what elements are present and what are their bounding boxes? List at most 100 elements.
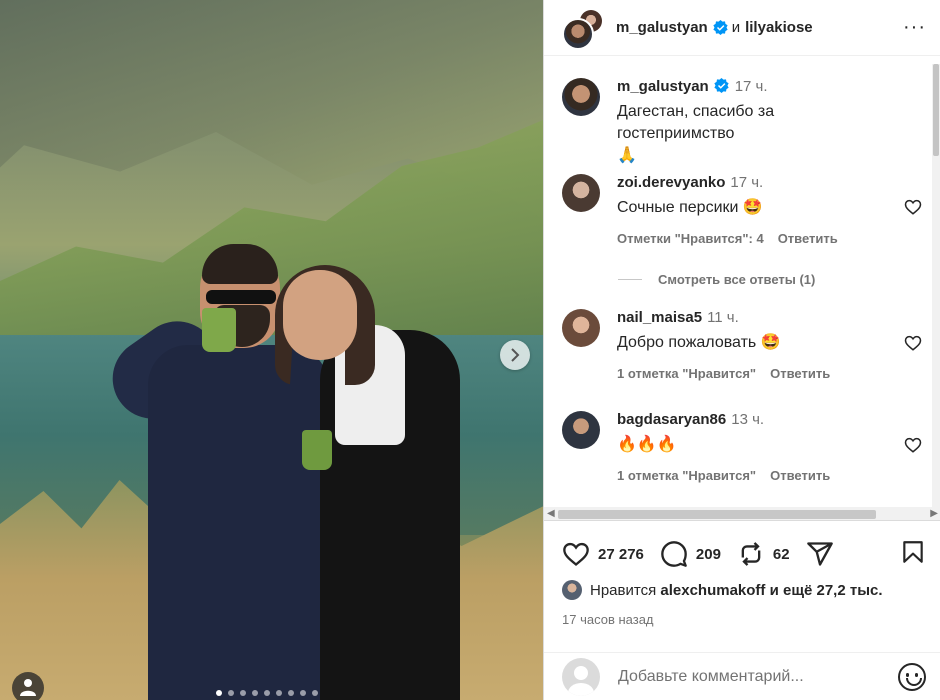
comment-time: 17 ч.: [730, 174, 764, 191]
caption: m_galustyan 17 ч. Дагестан, спасибо за г…: [562, 78, 922, 164]
heart-icon[interactable]: [904, 198, 922, 216]
post-photo[interactable]: [0, 0, 543, 700]
caption-text: Дагестан, спасибо за гостеприимство 🙏: [617, 101, 892, 167]
comment-text: Добро пожаловать 🤩: [617, 334, 781, 351]
avatar[interactable]: [562, 309, 600, 347]
coffee-cup: [302, 430, 332, 470]
horizontal-scrollbar[interactable]: ◀ ▶: [544, 507, 940, 521]
comment-body: bagdasaryan86 13 ч. 🔥🔥🔥: [617, 411, 892, 456]
scroll-left-arrow-icon[interactable]: ◀: [547, 507, 555, 521]
chevron-right-icon: [511, 348, 520, 362]
comment-likes-count[interactable]: 1 отметка "Нравится": [617, 366, 756, 381]
comment-input[interactable]: Добавьте комментарий...: [618, 668, 898, 686]
verified-badge-icon: [713, 20, 728, 35]
divider: [618, 279, 642, 280]
comment-body: nail_maisa5 11 ч. Добро пожаловать 🤩: [617, 309, 892, 354]
emoji-icon[interactable]: [898, 662, 926, 691]
avatar[interactable]: [562, 580, 582, 600]
heart-icon: [563, 542, 589, 566]
woman-head: [283, 270, 357, 360]
heart-icon[interactable]: [904, 436, 922, 454]
user-icon: [20, 679, 36, 696]
author-avatars[interactable]: [562, 8, 602, 50]
comment-meta: 1 отметка "Нравится" Ответить: [617, 468, 844, 483]
carousel-dot: [216, 690, 222, 696]
liked-by-user[interactable]: alexchumakoff: [660, 582, 765, 599]
comments-count: 209: [695, 545, 721, 563]
caption-username[interactable]: m_galustyan: [617, 78, 709, 95]
comment-body: zoi.derevyanko 17 ч. Сочные персики 🤩: [617, 174, 892, 219]
share-button[interactable]: [806, 540, 834, 568]
comment-text: Сочные персики 🤩: [617, 199, 763, 216]
caption-time: 17 ч.: [734, 78, 768, 95]
caption-body: m_galustyan 17 ч. Дагестан, спасибо за г…: [617, 78, 892, 167]
carousel-dot: [240, 690, 246, 696]
liked-by-prefix: Нравится: [590, 581, 657, 599]
coffee-cup: [202, 308, 236, 352]
comment-time: 11 ч.: [707, 309, 739, 326]
man-sunglasses: [206, 290, 276, 304]
comments-list: m_galustyan 17 ч. Дагестан, спасибо за г…: [544, 64, 940, 507]
carousel-dot: [264, 690, 270, 696]
like-button[interactable]: 27 276: [562, 540, 644, 568]
avatar: [562, 657, 600, 696]
comment-likes-count[interactable]: Отметки "Нравится": 4: [617, 231, 764, 246]
carousel-next-button[interactable]: [500, 340, 530, 370]
scrollbar-thumb[interactable]: [933, 64, 939, 156]
comment-meta: 1 отметка "Нравится" Ответить: [617, 366, 844, 381]
view-replies-label: Смотреть все ответы (1): [658, 272, 816, 287]
repost-icon: [741, 542, 761, 566]
likes-count: 27 276: [598, 545, 644, 563]
bookmark-icon: [903, 540, 923, 563]
carousel-dot: [276, 690, 282, 696]
add-comment-bar: Добавьте комментарий...: [544, 652, 940, 700]
comment-button[interactable]: 209: [660, 540, 721, 568]
comment-item: bagdasaryan86 13 ч. 🔥🔥🔥 1 отметка "Нравит…: [562, 411, 922, 501]
carousel-dot: [252, 690, 258, 696]
comment-meta: Отметки "Нравится": 4 Ответить: [617, 231, 852, 246]
avatar[interactable]: [562, 411, 600, 449]
carousel-indicator: [216, 690, 318, 696]
reply-button[interactable]: Ответить: [770, 366, 830, 381]
liked-by: Нравится alexchumakoff и ещё 27,2 тыс.: [562, 580, 883, 600]
comment-time: 13 ч.: [731, 411, 765, 428]
man-figure: [148, 345, 328, 700]
avatar[interactable]: [562, 174, 600, 212]
coauthor-username[interactable]: lilyakiose: [745, 19, 813, 36]
more-options-button[interactable]: ···: [903, 16, 926, 39]
avatar: [562, 17, 594, 50]
tagged-users-button[interactable]: [12, 672, 44, 700]
scroll-right-arrow-icon[interactable]: ▶: [930, 507, 938, 521]
save-button[interactable]: [900, 538, 926, 571]
caption-emoji: 🙏: [617, 147, 637, 164]
caption-text-content: Дагестан, спасибо за гостеприимство: [617, 103, 775, 142]
view-replies-button[interactable]: Смотреть все ответы (1): [618, 272, 815, 287]
comment-username[interactable]: bagdasaryan86: [617, 411, 726, 428]
carousel-dot: [312, 690, 318, 696]
carousel-dot: [288, 690, 294, 696]
comment-item: nail_maisa5 11 ч. Добро пожаловать 🤩 1 от…: [562, 309, 922, 399]
reply-button[interactable]: Ответить: [770, 468, 830, 483]
liked-by-others[interactable]: и ещё 27,2 тыс.: [770, 582, 883, 599]
comment-username[interactable]: zoi.derevyanko: [617, 174, 725, 191]
send-icon: [806, 542, 833, 566]
post-timestamp[interactable]: 17 часов назад: [562, 612, 654, 627]
comments-scrollbar[interactable]: [932, 64, 940, 509]
post-detail-panel: m_galustyan и lilyakiose ··· m_galustyan…: [543, 0, 940, 700]
comment-username[interactable]: nail_maisa5: [617, 309, 702, 326]
comment-likes-count[interactable]: 1 отметка "Нравится": [617, 468, 756, 483]
heart-icon[interactable]: [904, 334, 922, 352]
repost-button[interactable]: 62: [737, 540, 790, 568]
carousel-dot: [300, 690, 306, 696]
carousel-dot: [228, 690, 234, 696]
post-header: m_galustyan и lilyakiose ···: [544, 0, 940, 56]
avatar[interactable]: [562, 78, 600, 116]
post-actions: 27 276 209 62: [562, 538, 926, 570]
reply-button[interactable]: Ответить: [778, 231, 838, 246]
comment-item: zoi.derevyanko 17 ч. Сочные персики 🤩 Отм…: [562, 174, 922, 264]
and-text: и: [731, 19, 741, 36]
author-username[interactable]: m_galustyan: [616, 19, 708, 36]
scrollbar-thumb[interactable]: [558, 510, 876, 519]
verified-badge-icon: [714, 78, 729, 93]
comment-text: 🔥🔥🔥: [617, 436, 677, 453]
